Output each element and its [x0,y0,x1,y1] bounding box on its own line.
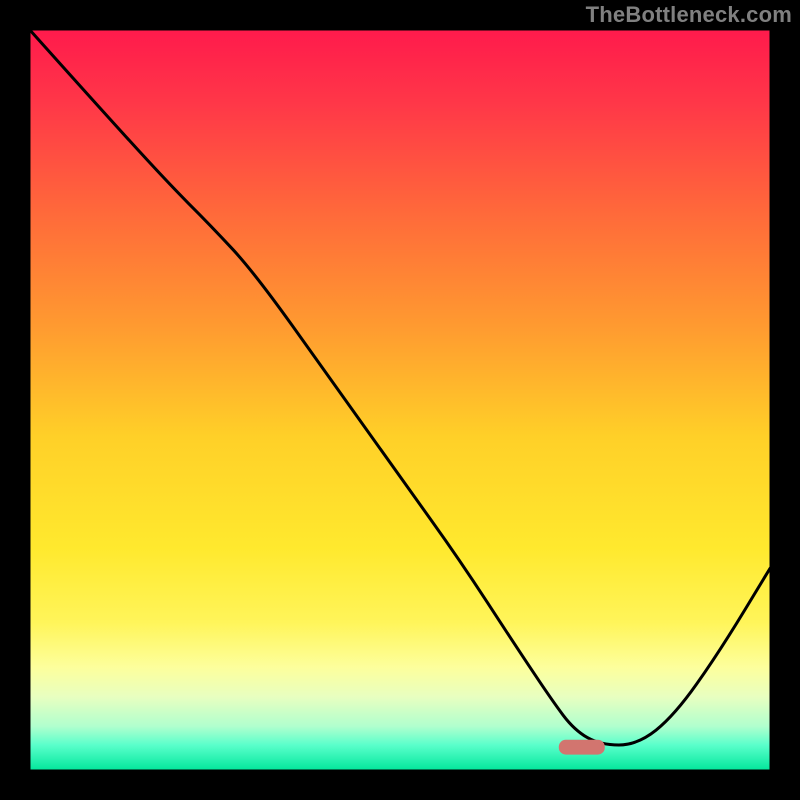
optimum-marker [559,740,605,755]
chart-stage: TheBottleneck.com [0,0,800,800]
bottleneck-plot [0,0,800,800]
watermark-text: TheBottleneck.com [586,2,792,28]
plot-background [29,29,771,771]
